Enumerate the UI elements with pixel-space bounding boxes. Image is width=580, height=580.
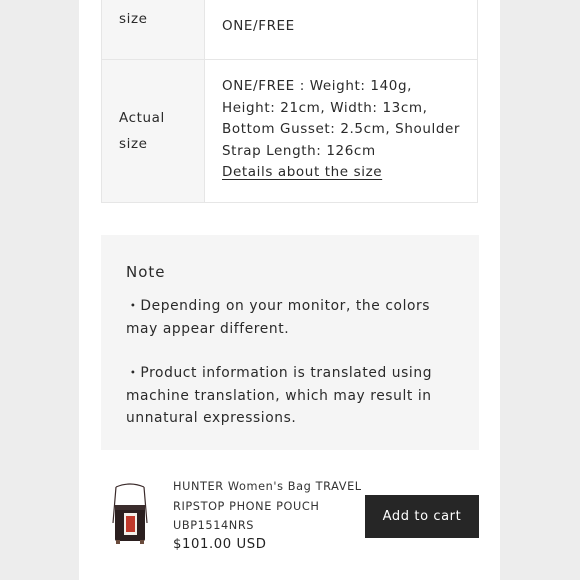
actual-size-text: ONE/FREE : Weight: 140g, Height: 21cm, W… [222, 78, 461, 159]
actual-size-row: Actual size ONE/FREE : Weight: 140g, Hei… [102, 59, 477, 202]
product-title[interactable]: HUNTER Women's Bag TRAVEL RIPSTOP PHONE … [173, 477, 373, 536]
phone-pouch-thumbnail-icon[interactable] [109, 483, 151, 549]
actual-size-value: ONE/FREE : Weight: 140g, Height: 21cm, W… [205, 60, 477, 202]
add-to-cart-button[interactable]: Add to cart [365, 495, 479, 538]
note-spacer [126, 340, 454, 362]
size-row-label: size [102, 0, 205, 59]
note-box: Note ・Depending on your monitor, the col… [101, 235, 479, 450]
size-table: size ONE/FREE Actual size ONE/FREE : Wei… [101, 0, 478, 203]
product-price: $101.00 USD [173, 537, 267, 552]
size-row: size ONE/FREE [102, 0, 477, 59]
actual-size-label: Actual size [102, 60, 205, 202]
size-details-link[interactable]: Details about the size [222, 164, 382, 180]
size-row-value: ONE/FREE [222, 18, 295, 34]
note-title: Note [126, 263, 166, 281]
note-item: ・Depending on your monitor, the colors m… [126, 298, 431, 337]
actual-size-label-text: Actual size [119, 110, 165, 152]
sticky-product-bar: HUNTER Women's Bag TRAVEL RIPSTOP PHONE … [79, 460, 500, 580]
product-page: size ONE/FREE Actual size ONE/FREE : Wei… [79, 0, 500, 580]
note-item: ・Product information is translated using… [126, 365, 433, 426]
